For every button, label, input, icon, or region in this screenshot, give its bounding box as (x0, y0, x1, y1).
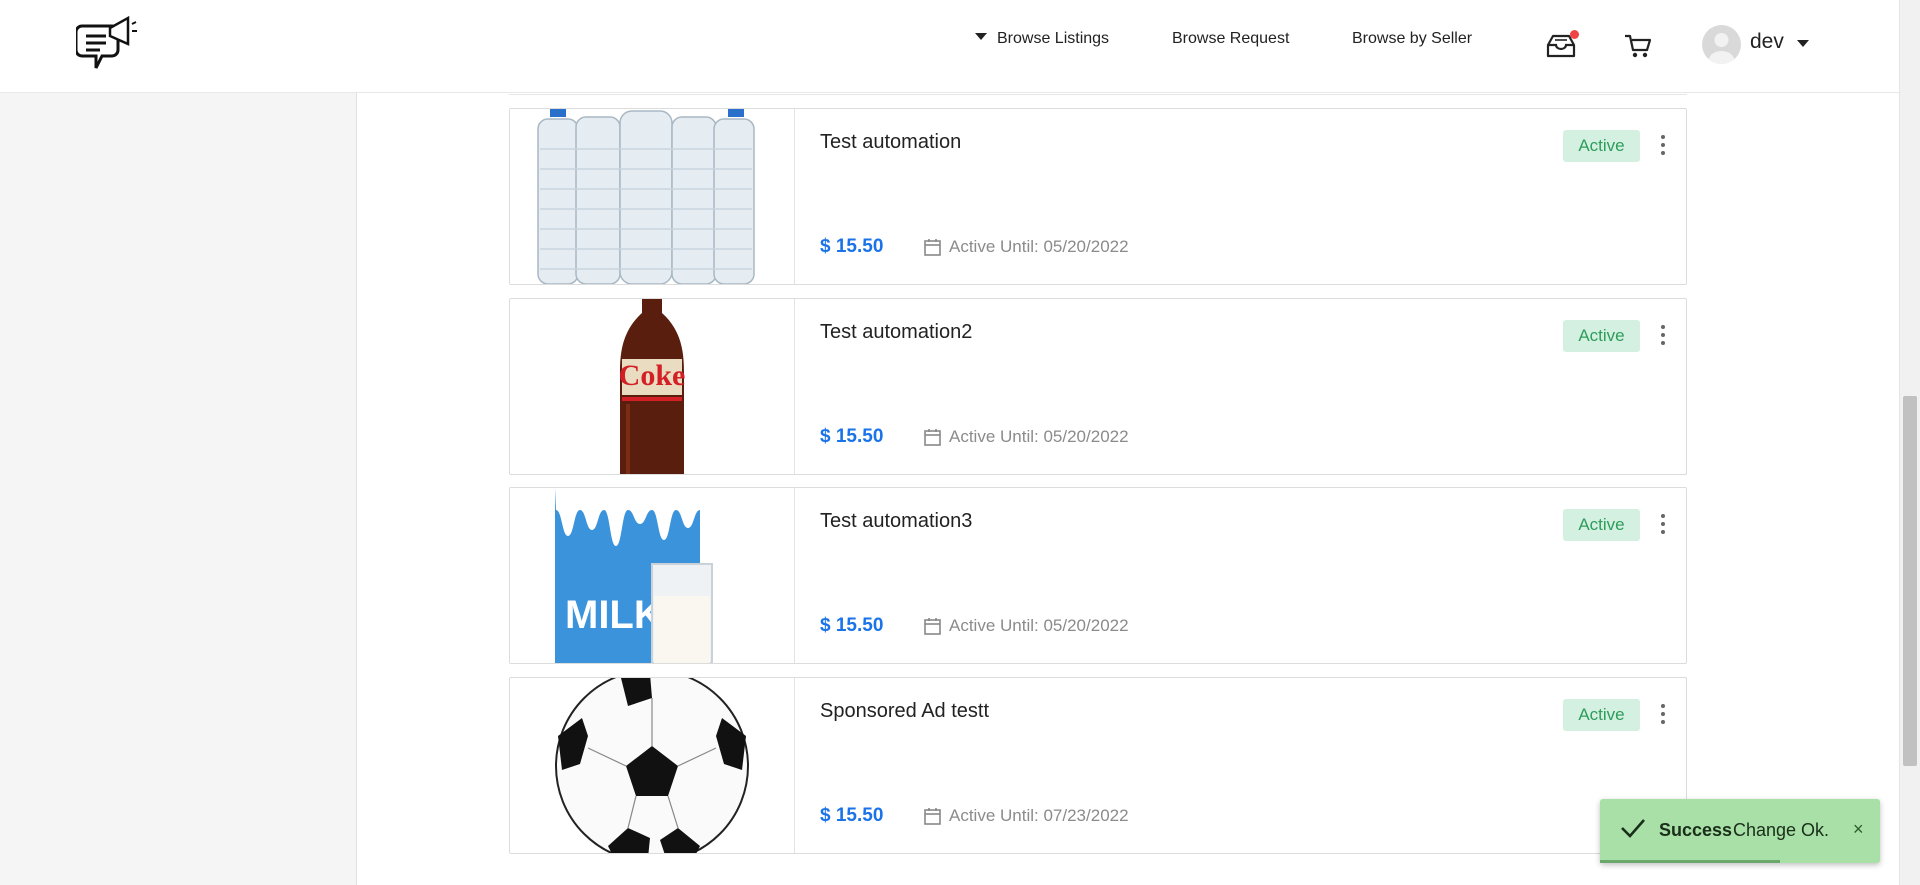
toast-title: Success (1659, 820, 1733, 840)
listing-image[interactable] (510, 109, 795, 284)
listing-title[interactable]: Sponsored Ad testt (820, 700, 989, 723)
inbox-icon[interactable] (1546, 30, 1579, 64)
listing-price: $ 15.50 (820, 426, 884, 447)
listing-card[interactable]: Coke Test automation2 $ 15.50 Active Unt… (509, 298, 1687, 475)
more-options-icon[interactable] (1658, 512, 1668, 536)
notification-dot (1570, 30, 1579, 39)
close-icon[interactable]: × (1853, 819, 1864, 840)
listing-title[interactable]: Test automation2 (820, 321, 972, 344)
scrollbar-thumb[interactable] (1903, 396, 1917, 766)
app-logo-icon[interactable] (74, 14, 138, 78)
svg-text:Coke: Coke (619, 359, 686, 392)
nav-browse-request[interactable]: Browse Request (1172, 30, 1289, 48)
chevron-down-icon (975, 33, 987, 41)
more-options-icon[interactable] (1658, 702, 1668, 726)
toast-progress-bar (1600, 860, 1780, 863)
nav-browse-by-seller[interactable]: Browse by Seller (1352, 30, 1472, 48)
chevron-down-icon[interactable] (1797, 40, 1809, 47)
listing-price: $ 15.50 (820, 236, 884, 257)
listing-active-until: Active Until: 05/20/2022 (924, 616, 1129, 636)
listing-title[interactable]: Test automation3 (820, 510, 972, 533)
check-icon (1621, 819, 1645, 838)
main-content: Test automation $ 15.50 Active Until: 05… (356, 93, 1899, 885)
listing-price: $ 15.50 (820, 615, 884, 636)
more-options-icon[interactable] (1658, 133, 1668, 157)
calendar-icon (924, 618, 941, 635)
listing-image[interactable]: MILK (510, 488, 795, 663)
user-menu-name[interactable]: dev (1750, 30, 1784, 54)
avatar[interactable] (1702, 25, 1741, 64)
top-navbar: Browse Listings Browse Request Browse by… (0, 0, 1899, 93)
listing-active-until: Active Until: 05/20/2022 (924, 427, 1129, 447)
listing-active-until: Active Until: 07/23/2022 (924, 806, 1129, 826)
status-badge: Active (1563, 320, 1640, 352)
listing-active-until: Active Until: 05/20/2022 (924, 237, 1129, 257)
listing-title[interactable]: Test automation (820, 131, 961, 154)
more-options-icon[interactable] (1658, 323, 1668, 347)
toast-message: Change Ok. (1733, 820, 1830, 840)
calendar-icon (924, 808, 941, 825)
listing-card[interactable]: MILK Test automation3 $ 15.50 Active Unt… (509, 487, 1687, 664)
status-badge: Active (1563, 509, 1640, 541)
page-scrollbar[interactable] (1899, 0, 1920, 885)
calendar-icon (924, 429, 941, 446)
status-badge: Active (1563, 699, 1640, 731)
nav-browse-listings[interactable]: Browse Listings (975, 30, 1109, 48)
listing-image[interactable] (510, 678, 795, 853)
divider (509, 93, 1687, 95)
listing-card[interactable]: Sponsored Ad testt $ 15.50 Active Until:… (509, 677, 1687, 854)
calendar-icon (924, 239, 941, 256)
success-toast: Success Change Ok. × (1600, 799, 1880, 863)
listing-card[interactable]: Test automation $ 15.50 Active Until: 05… (509, 108, 1687, 285)
cart-icon[interactable] (1624, 33, 1652, 64)
svg-text:MILK: MILK (565, 593, 663, 637)
listing-price: $ 15.50 (820, 805, 884, 826)
status-badge: Active (1563, 130, 1640, 162)
listing-image[interactable]: Coke (510, 299, 795, 474)
